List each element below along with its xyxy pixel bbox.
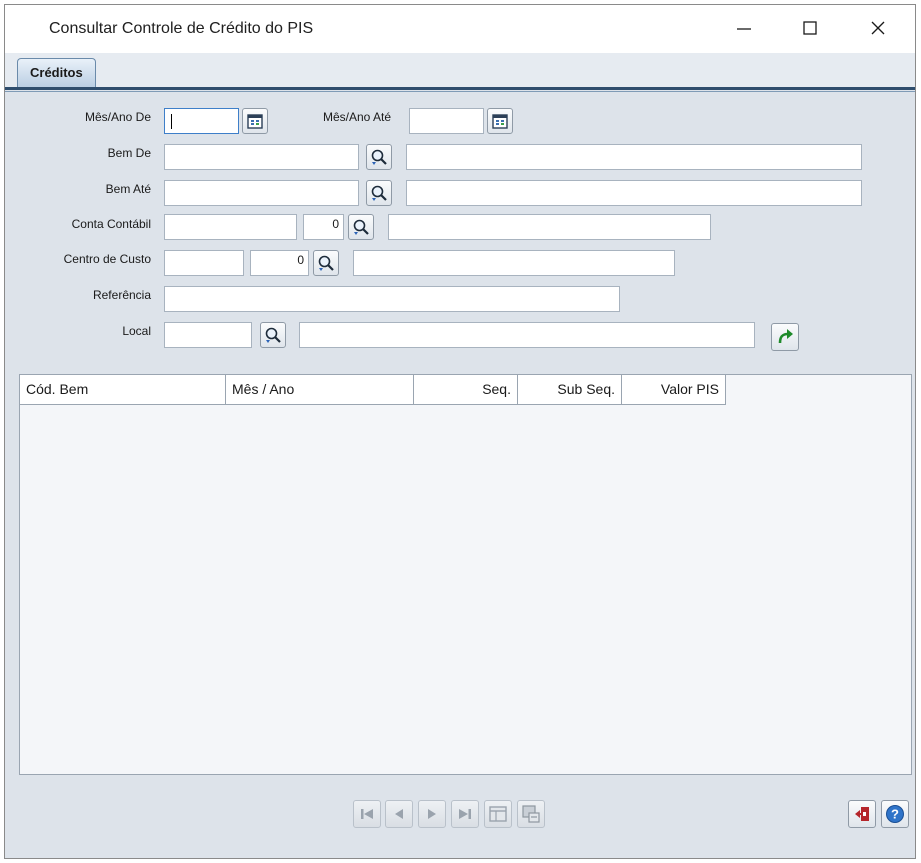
bottom-toolbar: ? bbox=[5, 783, 915, 858]
title-bar: Consultar Controle de Crédito do PIS bbox=[5, 5, 915, 53]
tab-divider-light bbox=[5, 91, 915, 92]
maximize-icon bbox=[803, 21, 817, 35]
mes-ano-ate-label: Mês/Ano Até bbox=[322, 110, 391, 124]
conta-contabil-label: Conta Contábil bbox=[71, 217, 151, 231]
next-record-button[interactable] bbox=[418, 800, 446, 828]
mes-ano-ate-calendar-button[interactable] bbox=[487, 108, 513, 134]
local-input[interactable] bbox=[164, 322, 252, 348]
exit-door-icon bbox=[855, 807, 869, 821]
bem-de-input[interactable] bbox=[164, 144, 359, 170]
conta-contabil-description bbox=[388, 214, 711, 240]
close-icon bbox=[871, 21, 885, 35]
grid-view-icon bbox=[489, 806, 507, 822]
last-record-icon bbox=[459, 809, 471, 819]
execute-query-button[interactable] bbox=[771, 323, 799, 351]
text-caret bbox=[171, 114, 172, 129]
bem-de-description bbox=[406, 144, 862, 170]
mes-ano-de-calendar-button[interactable] bbox=[242, 108, 268, 134]
search-icon bbox=[371, 149, 387, 165]
bem-ate-search-button[interactable] bbox=[366, 180, 392, 206]
export-grid-button[interactable] bbox=[517, 800, 545, 828]
centro-custo-search-button[interactable] bbox=[313, 250, 339, 276]
exit-button[interactable] bbox=[848, 800, 876, 828]
local-search-button[interactable] bbox=[260, 322, 286, 348]
local-description bbox=[299, 322, 755, 348]
minimize-icon bbox=[737, 28, 751, 30]
close-button[interactable] bbox=[855, 5, 901, 51]
grid-column-sub-seq[interactable]: Sub Seq. bbox=[518, 375, 622, 405]
mes-ano-de-label: Mês/Ano De bbox=[84, 110, 151, 124]
first-record-button[interactable] bbox=[353, 800, 381, 828]
mes-ano-ate-input[interactable] bbox=[409, 108, 484, 134]
centro-custo-description bbox=[353, 250, 675, 276]
conta-contabil-search-button[interactable] bbox=[348, 214, 374, 240]
calendar-icon bbox=[492, 114, 508, 129]
creditos-grid[interactable]: Cód. Bem Mês / Ano Seq. Sub Seq. Valor P… bbox=[19, 374, 912, 775]
calendar-icon bbox=[247, 114, 263, 129]
conta-contabil-input[interactable] bbox=[164, 214, 297, 240]
grid-column-mes-ano[interactable]: Mês / Ano bbox=[226, 375, 414, 405]
maximize-button[interactable] bbox=[787, 5, 833, 51]
referencia-input[interactable] bbox=[164, 286, 620, 312]
green-curved-arrow-icon bbox=[778, 329, 793, 344]
search-icon bbox=[265, 327, 281, 343]
previous-record-icon bbox=[395, 809, 403, 819]
mes-ano-de-input[interactable] bbox=[164, 108, 239, 134]
minimize-button[interactable] bbox=[721, 5, 767, 51]
tab-strip: Créditos bbox=[5, 53, 915, 88]
window-title: Consultar Controle de Crédito do PIS bbox=[49, 20, 314, 37]
grid-header: Cód. Bem Mês / Ano Seq. Sub Seq. Valor P… bbox=[20, 375, 726, 405]
export-grid-icon bbox=[522, 805, 540, 823]
previous-record-button[interactable] bbox=[385, 800, 413, 828]
grid-column-seq[interactable]: Seq. bbox=[414, 375, 518, 405]
local-label: Local bbox=[122, 324, 151, 338]
centro-custo-input[interactable] bbox=[164, 250, 244, 276]
bem-de-search-button[interactable] bbox=[366, 144, 392, 170]
grid-column-cod-bem[interactable]: Cód. Bem bbox=[20, 375, 226, 405]
search-icon bbox=[318, 255, 334, 271]
grid-view-button[interactable] bbox=[484, 800, 512, 828]
help-question-icon: ? bbox=[886, 805, 904, 823]
bem-ate-label: Bem Até bbox=[105, 182, 151, 196]
bem-ate-description bbox=[406, 180, 862, 206]
grid-column-valor-pis[interactable]: Valor PIS bbox=[622, 375, 726, 405]
first-record-icon bbox=[361, 809, 373, 819]
conta-contabil-digit[interactable]: 0 bbox=[303, 214, 344, 240]
bem-ate-input[interactable] bbox=[164, 180, 359, 206]
centro-custo-digit[interactable]: 0 bbox=[250, 250, 309, 276]
bem-de-label: Bem De bbox=[107, 146, 151, 160]
svg-text:?: ? bbox=[891, 807, 899, 822]
help-button[interactable]: ? bbox=[881, 800, 909, 828]
search-icon bbox=[371, 185, 387, 201]
app-window: Consultar Controle de Crédito do PIS Cré… bbox=[4, 4, 916, 859]
referencia-label: Referência bbox=[92, 288, 151, 302]
search-icon bbox=[353, 219, 369, 235]
centro-custo-label: Centro de Custo bbox=[63, 252, 151, 266]
next-record-icon bbox=[428, 809, 436, 819]
tab-divider bbox=[5, 87, 915, 90]
tab-creditos[interactable]: Créditos bbox=[17, 58, 96, 88]
last-record-button[interactable] bbox=[451, 800, 479, 828]
